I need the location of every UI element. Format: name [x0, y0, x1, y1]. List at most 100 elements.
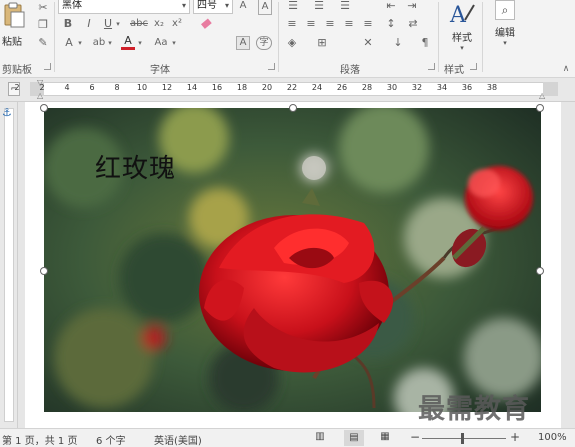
- underline-icon[interactable]: U: [102, 17, 114, 31]
- chevron-down-icon: ▾: [460, 44, 464, 52]
- increase-indent-icon[interactable]: ⇥: [404, 0, 420, 13]
- web-layout-icon[interactable]: ▦: [378, 431, 392, 444]
- resize-handle-top[interactable]: [289, 104, 297, 112]
- zoom-slider[interactable]: [422, 438, 506, 439]
- ruler-tick-label: 28: [361, 83, 373, 92]
- resize-handle-left[interactable]: [40, 267, 48, 275]
- page-count[interactable]: 第 1 页，共 1 页: [2, 432, 77, 447]
- chevron-down-icon[interactable]: ▾: [76, 36, 84, 50]
- page[interactable]: 红玫瑰: [25, 102, 561, 428]
- styles-launcher-icon[interactable]: [470, 63, 477, 70]
- read-mode-icon[interactable]: ▥: [313, 431, 327, 444]
- ruler-tick-label: 16: [211, 83, 223, 92]
- align-right-icon[interactable]: ≡: [322, 17, 338, 31]
- edit-button[interactable]: ⌕ 编辑 ▾: [488, 0, 522, 56]
- format-painter-icon[interactable]: ✎: [36, 36, 50, 50]
- ruler-tick-label: 38: [486, 83, 498, 92]
- font-color-button[interactable]: A: [121, 35, 135, 51]
- language-indicator[interactable]: 英语(美国): [154, 432, 202, 447]
- superscript-icon[interactable]: x²: [170, 17, 184, 31]
- image-caption: 红玫瑰: [95, 154, 177, 184]
- clear-format-icon[interactable]: A: [258, 0, 272, 15]
- align-center-icon[interactable]: ≡: [303, 17, 319, 31]
- subscript-icon[interactable]: x₂: [152, 17, 166, 31]
- italic-icon[interactable]: I: [83, 17, 95, 31]
- paste-label: 粘贴: [2, 37, 22, 48]
- chinese-layout-icon[interactable]: ✕: [360, 36, 376, 50]
- bold-icon[interactable]: B: [62, 17, 74, 31]
- text-effects-icon[interactable]: A: [62, 36, 76, 50]
- numbering-icon[interactable]: ☰: [310, 0, 328, 13]
- justify-icon[interactable]: ≡: [341, 17, 357, 31]
- copy-icon[interactable]: ❐: [36, 18, 50, 32]
- paragraph-launcher-icon[interactable]: [428, 63, 435, 70]
- distributed-icon[interactable]: ≡: [360, 17, 376, 31]
- ruler-tick-label: 6: [89, 83, 95, 92]
- strikethrough-icon[interactable]: abc: [130, 17, 148, 31]
- font-name-value: 黑体: [62, 0, 82, 11]
- vertical-ruler-bar: [4, 108, 14, 422]
- font-name-combo[interactable]: 黑体 ▾: [58, 0, 190, 14]
- sort-icon[interactable]: ↓: [390, 36, 406, 50]
- enclose-char-icon[interactable]: 字: [256, 36, 272, 50]
- clipboard-group-label: 剪贴板: [2, 65, 32, 76]
- chevron-down-icon[interactable]: ▾: [136, 36, 144, 50]
- ruler-margin-right: [543, 82, 558, 96]
- anchor-icon[interactable]: ⚓: [2, 106, 12, 119]
- hanging-indent-icon[interactable]: △: [37, 91, 43, 100]
- right-indent-icon[interactable]: △: [539, 91, 545, 100]
- vertical-ruler[interactable]: ⚓: [0, 102, 18, 428]
- ruler-tick-label: 18: [236, 83, 248, 92]
- collapse-ribbon-icon[interactable]: ∧: [561, 62, 571, 76]
- zoom-out-icon[interactable]: −: [410, 430, 420, 444]
- chevron-down-icon[interactable]: ▾: [106, 36, 114, 50]
- ruler-tick-label: 14: [186, 83, 198, 92]
- font-color-swatch: [121, 47, 135, 50]
- resize-handle-right[interactable]: [536, 267, 544, 275]
- chevron-down-icon[interactable]: ▾: [114, 17, 122, 31]
- group-divider: [438, 2, 439, 72]
- resize-handle-top-right[interactable]: [536, 104, 544, 112]
- print-layout-icon[interactable]: ▤: [344, 430, 364, 446]
- shading-icon[interactable]: ◈: [284, 36, 300, 50]
- styles-button[interactable]: A 样式 ▾: [444, 0, 480, 56]
- chevron-down-icon[interactable]: ▾: [170, 36, 178, 50]
- eraser-icon[interactable]: [198, 17, 214, 35]
- zoom-in-icon[interactable]: +: [510, 430, 520, 444]
- align-left-icon[interactable]: ≡: [284, 17, 300, 31]
- cut-icon[interactable]: ✂: [36, 1, 50, 15]
- char-shading-icon[interactable]: A: [236, 36, 250, 50]
- change-case-icon[interactable]: Aa: [151, 36, 171, 50]
- ruler-tick-label: 32: [411, 83, 423, 92]
- line-spacing-icon[interactable]: ↕: [383, 17, 399, 31]
- clipboard-icon: [4, 2, 25, 28]
- styles-icon: A: [449, 3, 475, 28]
- clipboard-launcher-icon[interactable]: [44, 63, 51, 70]
- bullets-icon[interactable]: ☰: [284, 0, 302, 13]
- zoom-level[interactable]: 100%: [538, 432, 567, 443]
- font-size-combo[interactable]: 四号 ▾: [193, 0, 233, 14]
- multilevel-list-icon[interactable]: ☰: [336, 0, 354, 13]
- ruler-tick-label: 26: [336, 83, 348, 92]
- show-marks-icon[interactable]: ¶: [418, 36, 432, 50]
- chevron-down-icon: ▾: [181, 1, 186, 10]
- word-count[interactable]: 6 个字: [96, 432, 126, 447]
- group-divider: [278, 2, 279, 72]
- ruler-tick-label: 8: [114, 83, 120, 92]
- decrease-indent-icon[interactable]: ⇤: [383, 0, 399, 13]
- chevron-down-icon: ▾: [224, 1, 229, 10]
- status-bar: 第 1 页，共 1 页 6 个字 英语(美国) ▥ ▤ ▦ − + 100%: [0, 428, 575, 447]
- borders-icon[interactable]: ⊞: [314, 36, 330, 50]
- font-launcher-icon[interactable]: [268, 63, 275, 70]
- resize-handle-top-left[interactable]: [40, 104, 48, 112]
- font-group-label: 字体: [150, 65, 170, 76]
- ruler-tick-label: 4: [64, 83, 70, 92]
- zoom-slider-thumb[interactable]: [461, 433, 464, 444]
- text-direction-icon[interactable]: ⇄: [405, 17, 421, 31]
- grow-font-icon[interactable]: A: [236, 0, 250, 13]
- paragraph-group-label: 段落: [340, 65, 360, 76]
- styles-group-label: 样式: [444, 65, 464, 76]
- paste-button[interactable]: 粘贴: [2, 2, 28, 48]
- highlight-icon[interactable]: ab: [92, 36, 106, 50]
- horizontal-ruler[interactable]: ⌐ ▽ △ △ 2 2 4 6 8 10 12 14 16 18 20 22 24 26 28 30 32 34 3…: [0, 78, 575, 102]
